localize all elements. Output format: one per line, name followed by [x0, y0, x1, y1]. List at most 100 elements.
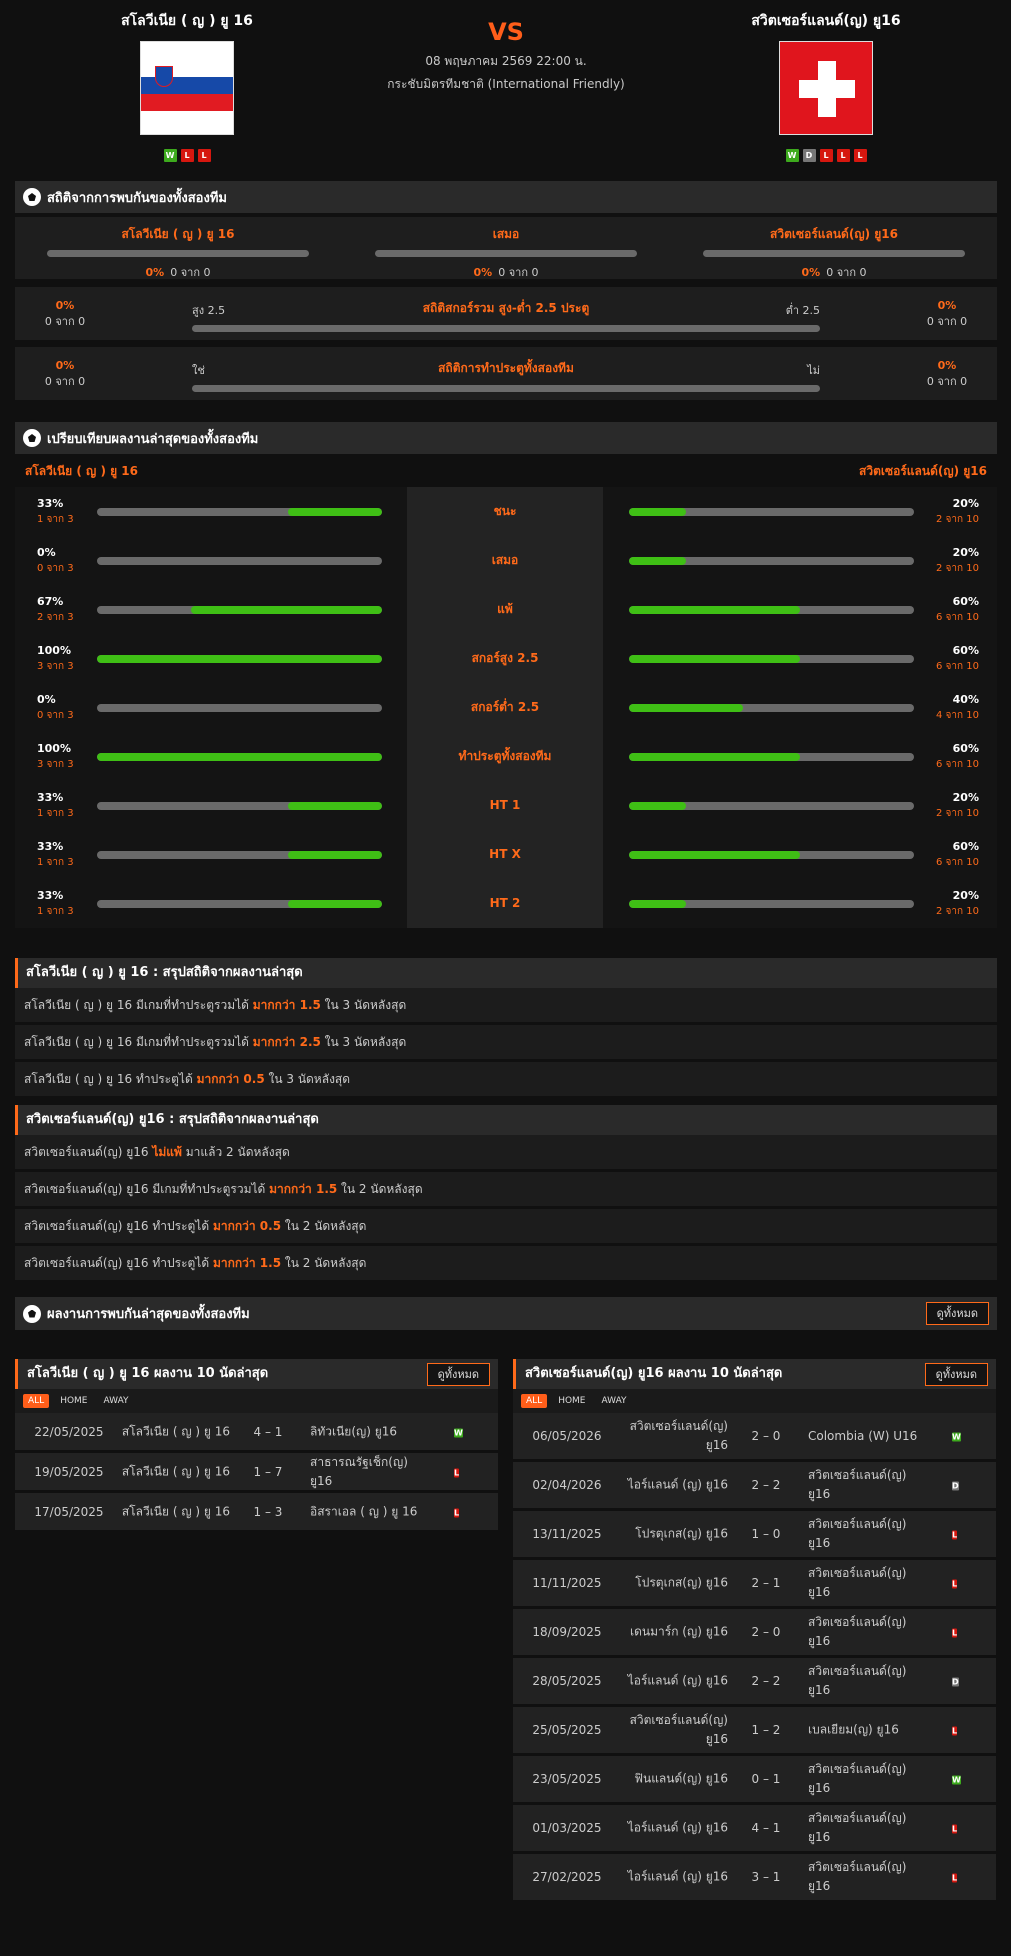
summary-row: สโลวีเนีย ( ญ ) ยู 16 มีเกมที่ทำประตูรวม… [15, 1025, 997, 1059]
match-row[interactable]: 11/11/2025 โปรตุเกส(ญ) ยู16 2 – 1 สวิตเซอร์… [513, 1560, 996, 1609]
away-team-name: สวิตเซอร์แลนด์(ญ) ยู16 [751, 13, 901, 29]
compare-home-cell: 0% 0 จาก 3 [15, 683, 407, 732]
tab-all[interactable]: ALL [521, 1394, 548, 1408]
match-row[interactable]: 13/11/2025 โปรตุเกส(ญ) ยู16 1 – 0 สวิตเซอร์… [513, 1511, 996, 1560]
compare-away-pct: 40% [952, 693, 979, 706]
summary-text: มาแล้ว 2 นัดหลังสุด [181, 1145, 290, 1159]
match-home-team: โปรตุเกส(ญ) ยู16 [635, 1575, 728, 1590]
btts-right-count: 0 จาก 0 [926, 375, 968, 388]
compare-away-bar-fill [629, 900, 686, 908]
match-away-team: สวิตเซอร์แลนด์(ญ) ยู16 [808, 1566, 907, 1599]
match-row[interactable]: 23/05/2025 ฟินแลนด์(ญ) ยู16 0 – 1 สวิตเซอร์… [513, 1756, 996, 1805]
away-form: WDLLL [706, 149, 946, 162]
compare-label: HT 2 [407, 879, 603, 928]
match-away-team: เบลเยียม(ญ) ยู16 [808, 1722, 899, 1737]
switzerland-flag-icon [779, 41, 873, 135]
tab-all[interactable]: ALL [23, 1394, 50, 1408]
match-date: 18/09/2025 [532, 1625, 602, 1639]
recent-h2h-view-all-button[interactable]: ดูทั้งหมด [925, 1302, 989, 1325]
match-row[interactable]: 22/05/2025 สโลวีเนีย ( ญ ) ยู 16 4 – 1 ลิทั… [15, 1413, 498, 1453]
ou-left-label: สูง 2.5 [192, 304, 226, 317]
match-date: 25/05/2025 [532, 1723, 602, 1737]
compare-home-pct: 0% [37, 693, 56, 706]
match-result: L [952, 1821, 958, 1836]
match-row[interactable]: 06/05/2026 สวิตเซอร์แลนด์(ญ) ยู16 2 – 0 Col… [513, 1413, 996, 1462]
result-badge-w: W [952, 1432, 961, 1442]
compare-away-cell: 20% 2 จาก 10 [603, 536, 997, 585]
tab-away[interactable]: AWAY [99, 1394, 134, 1408]
compare-away-bar [629, 704, 914, 712]
match-away-team: สวิตเซอร์แลนด์(ญ) ยู16 [808, 1468, 907, 1501]
home-last10-view-all-button[interactable]: ดูทั้งหมด [426, 1363, 490, 1386]
h2h-section-header: สถิติจากการพบกันของทั้งสองทีม [15, 181, 997, 213]
match-result: W [454, 1424, 463, 1439]
compare-away-pct: 60% [952, 644, 979, 657]
compare-home-name: สโลวีเนีย ( ญ ) ยู 16 [25, 464, 139, 478]
match-away-team: สวิตเซอร์แลนด์(ญ) ยู16 [808, 1762, 907, 1795]
match-score: 2 – 0 [751, 1429, 781, 1443]
away-last10-panel: สวิตเซอร์แลนด์(ญ) ยู16 ผลงาน 10 นัดล่าสุ… [513, 1359, 996, 1903]
compare-home-cell: 100% 3 จาก 3 [15, 732, 407, 781]
tab-home[interactable]: HOME [553, 1394, 590, 1408]
btts-title: สถิติการทำประตูทั้งสองทีม [438, 361, 574, 375]
home-team: สโลวีเนีย ( ญ ) ยู 16 WLL [67, 0, 307, 162]
compare-away-pct: 20% [952, 497, 979, 510]
summary-text: สโลวีเนีย ( ญ ) ยู 16 มีเกมที่ทำประตูรวม… [24, 998, 253, 1012]
result-badge-w: W [952, 1775, 961, 1785]
summary-row: สวิตเซอร์แลนด์(ญ) ยู16 ทำประตูได้ มากกว่… [15, 1209, 997, 1243]
compare-home-cell: 33% 1 จาก 3 [15, 879, 407, 928]
match-row[interactable]: 28/05/2025 ไอร์แลนด์ (ญ) ยู16 2 – 2 สวิตเซอ… [513, 1658, 996, 1707]
match-row[interactable]: 27/02/2025 ไอร์แลนด์ (ญ) ยู16 3 – 1 สวิตเซอ… [513, 1854, 996, 1903]
ou-right-label: ต่ำ 2.5 [785, 304, 820, 317]
match-home-team: ไอร์แลนด์ (ญ) ยู16 [627, 1673, 728, 1688]
home-last10-header: สโลวีเนีย ( ญ ) ยู 16 ผลงาน 10 นัดล่าสุด… [15, 1359, 498, 1389]
compare-row: 33% 1 จาก 3 HT X 60% 6 จาก 10 [15, 830, 997, 879]
home-last10-list: 22/05/2025 สโลวีเนีย ( ญ ) ยู 16 4 – 1 ลิทั… [15, 1413, 498, 1533]
match-row[interactable]: 17/05/2025 สโลวีเนีย ( ญ ) ยู 16 1 – 3 อิสร… [15, 1493, 498, 1533]
soccer-ball-icon [23, 429, 41, 447]
h2h-home-col: สโลวีเนีย ( ญ ) ยู 16 0% 0 จาก 0 [47, 225, 309, 281]
match-score: 2 – 0 [751, 1625, 781, 1639]
compare-home-bar-fill [97, 753, 382, 761]
compare-home-cell: 33% 1 จาก 3 [15, 830, 407, 879]
match-result: W [952, 1772, 961, 1787]
match-result: D [952, 1674, 959, 1689]
match-row[interactable]: 02/04/2026 ไอร์แลนด์ (ญ) ยู16 2 – 2 สวิตเซอ… [513, 1462, 996, 1511]
result-badge-l: L [952, 1726, 958, 1736]
match-home-team: ไอร์แลนด์ (ญ) ยู16 [627, 1477, 728, 1492]
vs-label: VS [488, 18, 524, 46]
result-badge-d: D [952, 1677, 959, 1687]
compare-home-pct: 33% [37, 840, 64, 853]
away-last10-view-all-button[interactable]: ดูทั้งหมด [924, 1363, 988, 1386]
compare-away-pct: 60% [952, 840, 979, 853]
match-result: L [952, 1625, 958, 1640]
match-date: 13/11/2025 [532, 1527, 602, 1541]
compare-home-cell: 0% 0 จาก 3 [15, 536, 407, 585]
match-row[interactable]: 19/05/2025 สโลวีเนีย ( ญ ) ยู 16 1 – 7 สาธา… [15, 1453, 498, 1493]
match-away-team: สาธารณรัฐเช็ก(ญ) ยู16 [310, 1454, 408, 1488]
match-row[interactable]: 01/03/2025 ไอร์แลนด์ (ญ) ยู16 4 – 1 สวิตเซอ… [513, 1805, 996, 1854]
compare-home-pct: 0% [37, 546, 56, 559]
compare-home-bar [97, 508, 382, 516]
summary-text: ใน 3 นัดหลังสุด [320, 1035, 407, 1049]
compare-away-count: 6 จาก 10 [936, 612, 979, 623]
match-date: 01/03/2025 [532, 1821, 602, 1835]
match-result: L [952, 1870, 958, 1885]
btts-bar [192, 385, 820, 392]
compare-away-bar [629, 851, 914, 859]
btts-right: 0% 0 จาก 0 [897, 359, 997, 390]
compare-section-header: เปรียบเทียบผลงานล่าสุดของทั้งสองทีม [15, 422, 997, 454]
summary-text: สวิตเซอร์แลนด์(ญ) ยู16 [24, 1145, 153, 1159]
compare-home-bar [97, 704, 382, 712]
tab-home[interactable]: HOME [55, 1394, 92, 1408]
compare-away-bar [629, 802, 914, 810]
summary-highlight: มากกว่า 2.5 [252, 1035, 321, 1049]
match-row[interactable]: 18/09/2025 เดนมาร์ก (ญ) ยู16 2 – 0 สวิตเซอร… [513, 1609, 996, 1658]
tab-away[interactable]: AWAY [597, 1394, 632, 1408]
compare-home-bar-fill [191, 606, 382, 614]
match-row[interactable]: 25/05/2025 สวิตเซอร์แลนด์(ญ) ยู16 1 – 2 เบล… [513, 1707, 996, 1756]
match-score: 1 – 2 [751, 1723, 781, 1737]
compare-away-bar-fill [629, 704, 743, 712]
ou-right: 0% 0 จาก 0 [897, 299, 997, 330]
match-home-team: โปรตุเกส(ญ) ยู16 [635, 1526, 728, 1541]
